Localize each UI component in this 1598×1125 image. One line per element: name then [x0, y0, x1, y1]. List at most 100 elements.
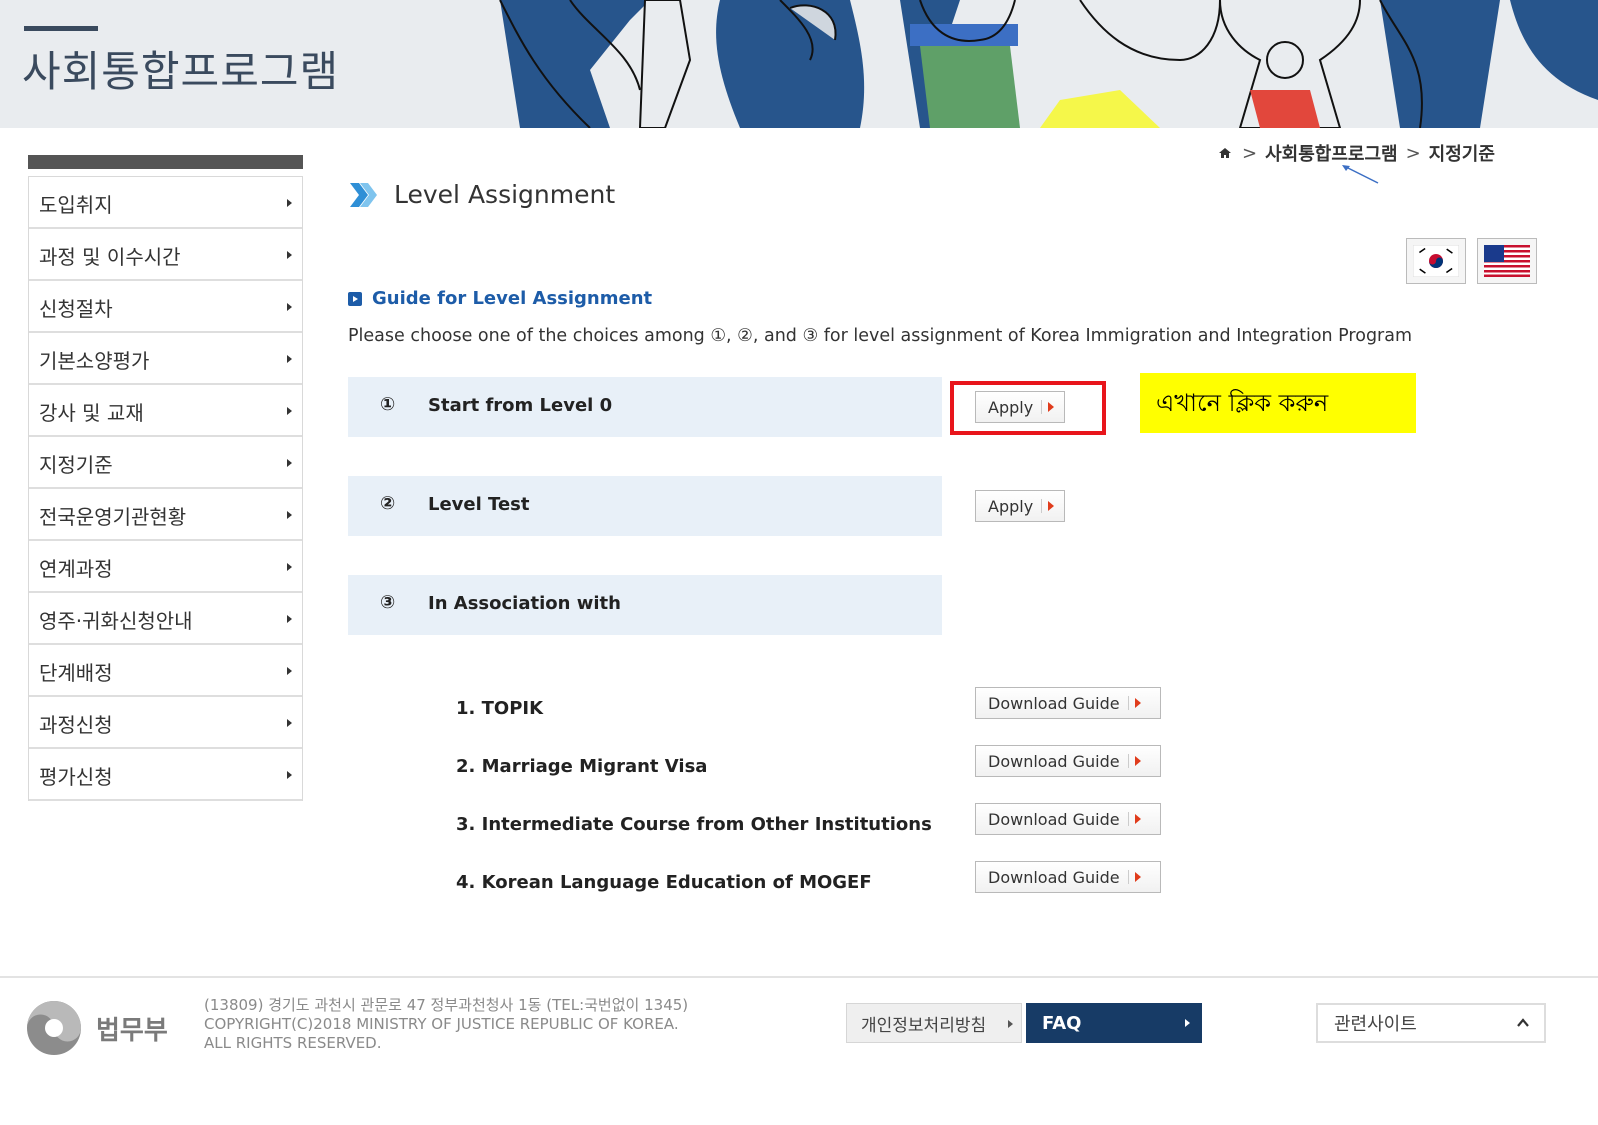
button-label: Download Guide [988, 693, 1120, 713]
faq-label: FAQ [1042, 1012, 1082, 1034]
banner-accent-line [24, 26, 98, 31]
sidebar-item-label: 신청절차 [39, 297, 113, 321]
sidebar-item-label: 기본소양평가 [39, 349, 150, 373]
choice-label: Level Test [428, 494, 530, 515]
chevron-right-icon [287, 199, 292, 207]
button-label: Download Guide [988, 751, 1120, 771]
chevron-up-icon [1517, 1018, 1529, 1027]
download-guide-intermediate-button[interactable]: Download Guide [975, 803, 1161, 835]
choice-number: ① [380, 394, 396, 415]
association-intermediate-course: 3. Intermediate Course from Other Instit… [456, 814, 932, 835]
chevron-right-icon [287, 771, 292, 779]
us-flag-icon [1484, 245, 1530, 277]
highlight-box [950, 381, 1106, 435]
privacy-policy-label: 개인정보처리방침 [861, 1015, 987, 1036]
sidebar-item-label: 단계배정 [39, 661, 113, 685]
page-title-row: Level Assignment [348, 180, 615, 209]
chevron-right-icon [287, 355, 292, 363]
choice-label: Start from Level 0 [428, 395, 613, 416]
button-divider [1127, 812, 1129, 826]
banner-illustration [499, 0, 1598, 128]
footer-info: (13809) 경기도 과천시 관문로 47 정부과천청사 1동 (TEL:국번… [204, 996, 688, 1053]
chevron-right-icon [287, 719, 292, 727]
choice-number: ③ [380, 592, 396, 613]
button-divider [1127, 870, 1129, 884]
button-label: Download Guide [988, 809, 1120, 829]
sidebar-item-label: 도입취지 [39, 193, 113, 217]
chevron-right-icon [287, 251, 292, 259]
korean-language-button[interactable] [1406, 238, 1466, 284]
chevron-right-icon [287, 459, 292, 467]
play-arrow-icon [1048, 501, 1055, 511]
footer-logo: 법무부 [26, 1000, 168, 1056]
chevron-right-icon [287, 563, 292, 571]
sidebar-item-label: 지정기준 [39, 453, 113, 477]
program-title: 사회통합프로그램 [22, 47, 340, 96]
download-guide-marriage-visa-button[interactable]: Download Guide [975, 745, 1161, 777]
sidebar-item-residence[interactable]: 영주·귀화신청안내 [29, 593, 302, 645]
annotation-note: এখানে ক্লিক করুন [1140, 373, 1416, 433]
sidebar-item-linked-courses[interactable]: 연계과정 [29, 541, 302, 593]
sidebar-item-instructors[interactable]: 강사 및 교재 [29, 385, 302, 437]
button-label: Download Guide [988, 867, 1120, 887]
chevron-right-icon [287, 511, 292, 519]
sidebar-item-label: 과정신청 [39, 713, 113, 737]
sidebar-item-label: 강사 및 교재 [39, 401, 144, 425]
choice-number: ② [380, 493, 396, 514]
sidebar-item-purpose[interactable]: 도입취지 [29, 177, 302, 229]
sidebar-item-label: 영주·귀화신청안내 [39, 609, 193, 633]
sidebar-item-institutions[interactable]: 전국운영기관현황 [29, 489, 302, 541]
privacy-policy-button[interactable]: 개인정보처리방침 [846, 1003, 1022, 1043]
choice-row-association: ③ In Association with [348, 575, 942, 635]
download-guide-mogef-button[interactable]: Download Guide [975, 861, 1161, 893]
breadcrumb-separator: > [1242, 142, 1258, 164]
chevron-right-icon [1185, 1019, 1190, 1027]
guide-heading: Guide for Level Assignment [348, 288, 652, 309]
sidebar-item-label: 과정 및 이수시간 [39, 245, 181, 269]
association-topik: 1. TOPIK [456, 698, 544, 719]
button-label: Apply [988, 496, 1034, 516]
guide-description: Please choose one of the choices among ①… [348, 326, 1413, 346]
english-language-button[interactable] [1477, 238, 1537, 284]
sidebar-header-bar [28, 155, 303, 169]
sidebar-item-basic-eval[interactable]: 기본소양평가 [29, 333, 302, 385]
download-guide-topik-button[interactable]: Download Guide [975, 687, 1161, 719]
sidebar-item-course-apply[interactable]: 과정신청 [29, 697, 302, 749]
annotation-arrow-icon [1342, 165, 1379, 184]
sidebar-item-criteria[interactable]: 지정기준 [29, 437, 302, 489]
breadcrumb-separator: > [1405, 142, 1421, 164]
related-sites-select[interactable]: 관련사이트 [1316, 1003, 1546, 1043]
choice-row-level0: ① Start from Level 0 [348, 377, 942, 437]
sidebar-item-level-assignment[interactable]: 단계배정 [29, 645, 302, 697]
button-divider [1127, 696, 1129, 710]
footer-divider [0, 976, 1598, 978]
sidebar-item-label: 평가신청 [39, 765, 113, 789]
chevron-right-icon [287, 667, 292, 675]
faq-button[interactable]: FAQ [1026, 1003, 1202, 1043]
annotation-note-text: এখানে ক্লিক করুন [1156, 389, 1329, 417]
related-sites-label: 관련사이트 [1334, 1014, 1417, 1035]
ministry-name: 법무부 [96, 1015, 168, 1046]
chevron-right-icon [287, 615, 292, 623]
chevron-right-icon [287, 303, 292, 311]
footer-address: (13809) 경기도 과천시 관문로 47 정부과천청사 1동 (TEL:국번… [204, 996, 689, 1014]
sidebar-item-procedure[interactable]: 신청절차 [29, 281, 302, 333]
button-divider [1041, 499, 1043, 513]
play-arrow-icon [1134, 698, 1141, 708]
guide-heading-text: Guide for Level Assignment [372, 288, 653, 309]
home-icon[interactable] [1218, 146, 1232, 160]
sidebar-item-eval-apply[interactable]: 평가신청 [29, 749, 302, 801]
play-arrow-icon [1134, 872, 1141, 882]
square-bullet-icon [348, 291, 362, 306]
breadcrumb-current: 지정기준 [1428, 144, 1495, 165]
footer-copyright: COPYRIGHT(C)2018 MINISTRY OF JUSTICE REP… [204, 1015, 679, 1033]
association-mogef: 4. Korean Language Education of MOGEF [456, 872, 872, 893]
chevron-right-icon [287, 407, 292, 415]
sidebar-item-courses[interactable]: 과정 및 이수시간 [29, 229, 302, 281]
header-banner: 사회통합프로그램 [0, 0, 1598, 128]
sidebar-item-label: 연계과정 [39, 557, 113, 581]
page-title: Level Assignment [394, 180, 616, 209]
apply-level-test-button[interactable]: Apply [975, 490, 1066, 522]
button-divider [1127, 754, 1129, 768]
association-marriage-visa: 2. Marriage Migrant Visa [456, 756, 708, 777]
